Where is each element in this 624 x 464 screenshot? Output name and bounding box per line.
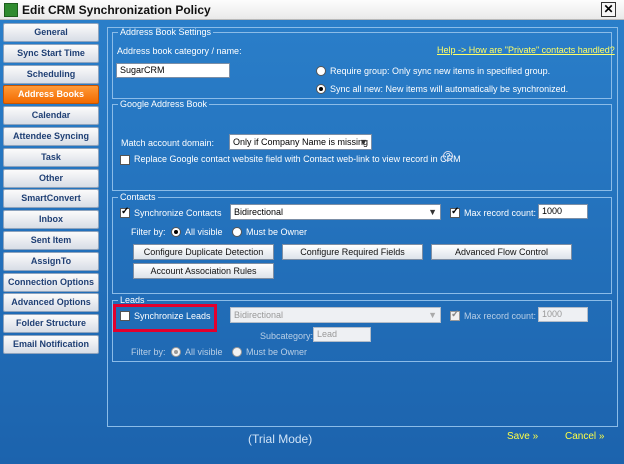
match-domain-value: Only if Company Name is missing	[233, 137, 369, 147]
match-domain-label: Match account domain:	[121, 138, 215, 148]
configure-duplicate-detection-button[interactable]: Configure Duplicate Detection	[133, 244, 274, 260]
advanced-flow-control-button[interactable]: Advanced Flow Control	[431, 244, 572, 260]
category-input[interactable]: SugarCRM	[116, 63, 230, 78]
synchronize-contacts-checkbox[interactable]	[120, 206, 130, 218]
leads-max-count-label: Max record count:	[464, 311, 537, 321]
leads-subcategory-label: Subcategory:	[260, 331, 314, 341]
sidebar-item-folder-structure[interactable]: Folder Structure	[3, 314, 99, 334]
window-title: Edit CRM Synchronization Policy	[22, 3, 211, 17]
cancel-button[interactable]: Cancel »	[565, 431, 604, 442]
contacts-direction-select[interactable]: Bidirectional ▼	[230, 204, 441, 220]
leads-must-be-owner-label: Must be Owner	[246, 347, 308, 357]
sidebar-item-other[interactable]: Other	[3, 168, 99, 188]
account-association-rules-button[interactable]: Account Association Rules	[133, 263, 274, 279]
chevron-down-icon: ▼	[428, 310, 437, 320]
leads-all-visible-radio[interactable]	[171, 347, 181, 357]
sidebar: General Sync Start Time Scheduling Addre…	[0, 23, 100, 363]
contacts-must-be-owner-label: Must be Owner	[246, 227, 308, 237]
synchronize-contacts-label: Synchronize Contacts	[134, 208, 222, 218]
sidebar-item-assignto[interactable]: AssignTo	[3, 251, 99, 271]
sidebar-item-advanced-options[interactable]: Advanced Options	[3, 293, 99, 313]
contacts-max-count-input[interactable]: 1000	[538, 204, 588, 219]
sidebar-item-sync-start-time[interactable]: Sync Start Time	[3, 43, 99, 63]
leads-direction-value: Bidirectional	[234, 310, 284, 320]
close-icon[interactable]: ✕	[601, 2, 616, 17]
require-group-radio[interactable]	[316, 66, 326, 76]
contacts-filter-label: Filter by:	[131, 227, 166, 237]
trial-mode-label: (Trial Mode)	[248, 432, 313, 446]
leads-must-be-owner-radio[interactable]	[232, 347, 242, 357]
leads-all-visible-label: All visible	[185, 347, 223, 357]
contacts-must-be-owner-radio[interactable]	[232, 227, 242, 237]
sync-all-new-label: Sync all new: New items will automatical…	[330, 84, 569, 94]
require-group-label: Require group: Only sync new items in sp…	[330, 66, 551, 76]
chevron-down-icon: ▼	[428, 207, 437, 217]
google-address-book-legend: Google Address Book	[120, 99, 208, 109]
configure-required-fields-button[interactable]: Configure Required Fields	[282, 244, 423, 260]
match-domain-select[interactable]: Only if Company Name is missing ▼	[229, 134, 372, 150]
contacts-max-count-label: Max record count:	[464, 208, 537, 218]
title-bar: Edit CRM Synchronization Policy ✕	[0, 0, 624, 20]
replace-website-checkbox[interactable]	[120, 155, 130, 165]
category-label: Address book category / name:	[117, 46, 242, 56]
leads-filter-label: Filter by:	[131, 347, 166, 357]
private-contacts-help-link[interactable]: Help -> How are "Private" contacts handl…	[437, 45, 615, 55]
leads-max-count-checkbox[interactable]	[450, 309, 460, 321]
sidebar-item-scheduling[interactable]: Scheduling	[3, 64, 99, 84]
help-icon[interactable]: ?	[443, 151, 453, 161]
sidebar-item-task[interactable]: Task	[3, 147, 99, 167]
leads-subcategory-input[interactable]: Lead	[313, 327, 371, 342]
address-book-settings-legend: Address Book Settings	[120, 27, 212, 37]
contacts-max-count-checkbox[interactable]	[450, 206, 460, 218]
contacts-direction-value: Bidirectional	[234, 207, 284, 217]
chevron-down-icon: ▼	[359, 137, 368, 147]
contacts-all-visible-label: All visible	[185, 227, 223, 237]
replace-website-label: Replace Google contact website field wit…	[134, 154, 461, 164]
sidebar-item-address-books[interactable]: Address Books	[3, 85, 99, 105]
sidebar-item-general[interactable]: General	[3, 23, 99, 42]
leads-max-count-input[interactable]: 1000	[538, 307, 588, 322]
app-icon	[4, 3, 18, 17]
sidebar-item-calendar[interactable]: Calendar	[3, 106, 99, 126]
sidebar-item-smartconvert[interactable]: SmartConvert	[3, 189, 99, 209]
sidebar-item-connection-options[interactable]: Connection Options	[3, 272, 99, 292]
contacts-all-visible-radio[interactable]	[171, 227, 181, 237]
window-body: General Sync Start Time Scheduling Addre…	[0, 20, 624, 464]
sidebar-item-inbox[interactable]: Inbox	[3, 210, 99, 230]
sync-all-new-radio[interactable]	[316, 84, 326, 94]
leads-direction-select[interactable]: Bidirectional ▼	[230, 307, 441, 323]
sidebar-item-sent-item[interactable]: Sent Item	[3, 230, 99, 250]
contacts-legend: Contacts	[120, 192, 156, 202]
save-button[interactable]: Save »	[507, 431, 538, 442]
synchronize-leads-highlight	[113, 304, 217, 332]
sidebar-item-email-notification[interactable]: Email Notification	[3, 334, 99, 354]
main-panel: Address Book Settings Address book categ…	[107, 27, 618, 427]
sidebar-item-attendee-syncing[interactable]: Attendee Syncing	[3, 126, 99, 146]
